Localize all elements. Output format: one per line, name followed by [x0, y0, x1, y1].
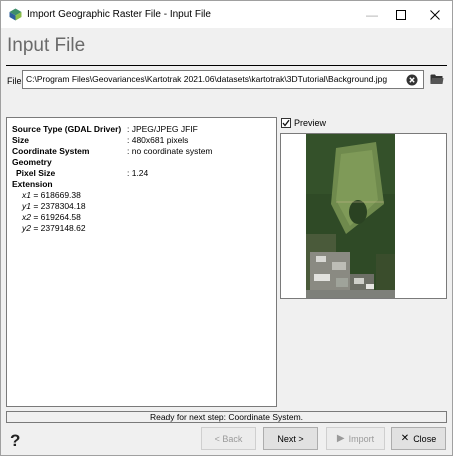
pixel-size-value: : 1.24 [127, 168, 149, 178]
extension-y2-label: y2 [22, 223, 31, 233]
import-button[interactable]: ▶ Import [326, 427, 385, 450]
source-type-row: Source Type (GDAL Driver) : JPEG/JPEG JF… [12, 124, 198, 134]
size-value: : 480x681 pixels [127, 135, 189, 145]
next-button-label: Next > [277, 433, 304, 444]
checkmark-icon [282, 119, 290, 127]
aerial-preview-image [281, 134, 446, 298]
page-title: Input File [7, 35, 86, 56]
next-button[interactable]: Next > [263, 427, 318, 450]
file-label: File [7, 76, 22, 86]
header-divider [6, 65, 447, 66]
title-bar: Import Geographic Raster File - Input Fi… [1, 1, 452, 28]
size-row: Size : 480x681 pixels [12, 135, 188, 145]
extension-x2-label: x2 [22, 212, 31, 222]
pixel-size-row: Pixel Size : 1.24 [16, 168, 148, 178]
status-text: Ready for next step: Coordinate System. [149, 412, 304, 422]
close-button-label: Close [413, 433, 437, 444]
back-button-label: < Back [214, 433, 243, 444]
page-header: Input File [1, 28, 452, 66]
window-title: Import Geographic Raster File - Input Fi… [27, 9, 211, 20]
extension-y2-row: y2 = 2379148.62 [22, 223, 86, 233]
extension-y1-value: = 2378304.18 [33, 201, 86, 211]
folder-open-icon[interactable] [430, 73, 444, 85]
coord-system-row: Coordinate System : no coordinate system [12, 146, 213, 156]
extension-x1-row: x1 = 618669.38 [22, 190, 81, 200]
source-type-value: : JPEG/JPEG JFIF [127, 124, 198, 134]
preview-checkbox[interactable] [281, 118, 291, 128]
kartotrak-app-icon [9, 8, 22, 21]
preview-panel [280, 133, 447, 299]
back-button[interactable]: < Back [201, 427, 256, 450]
help-icon[interactable]: ? [10, 431, 20, 451]
source-type-label: Source Type (GDAL Driver) [12, 124, 122, 134]
extension-x2-value: = 619264.58 [33, 212, 81, 222]
extension-x1-value: = 618669.38 [33, 190, 81, 200]
import-button-label: Import [348, 433, 375, 444]
extension-y1-row: y1 = 2378304.18 [22, 201, 86, 211]
raster-info-panel: Source Type (GDAL Driver) : JPEG/JPEG JF… [6, 117, 277, 407]
extension-y2-value: = 2379148.62 [33, 223, 86, 233]
file-path-field[interactable]: C:\Program Files\Geovariances\Kartotrak … [22, 70, 424, 89]
coord-system-label: Coordinate System [12, 146, 90, 156]
pixel-size-label: Pixel Size [16, 168, 56, 178]
extension-label: Extension [12, 179, 53, 189]
status-bar: Ready for next step: Coordinate System. [6, 411, 447, 423]
import-dialog-window: Import Geographic Raster File - Input Fi… [0, 0, 453, 456]
preview-label[interactable]: Preview [294, 118, 326, 128]
clear-circle-x-icon[interactable] [406, 74, 418, 86]
extension-x1-label: x1 [22, 190, 31, 200]
geometry-label: Geometry [12, 157, 52, 167]
close-icon[interactable] [415, 1, 453, 28]
close-button[interactable]: ✕ Close [391, 427, 446, 450]
size-label: Size [12, 135, 30, 145]
extension-row: Extension [12, 179, 53, 189]
close-x-icon: ✕ [400, 433, 410, 444]
geometry-row: Geometry [12, 157, 52, 167]
extension-x2-row: x2 = 619264.58 [22, 212, 81, 222]
file-path-value[interactable]: C:\Program Files\Geovariances\Kartotrak … [26, 74, 387, 84]
play-icon: ▶ [336, 433, 345, 444]
coord-system-value: : no coordinate system [127, 146, 213, 156]
extension-y1-label: y1 [22, 201, 31, 211]
